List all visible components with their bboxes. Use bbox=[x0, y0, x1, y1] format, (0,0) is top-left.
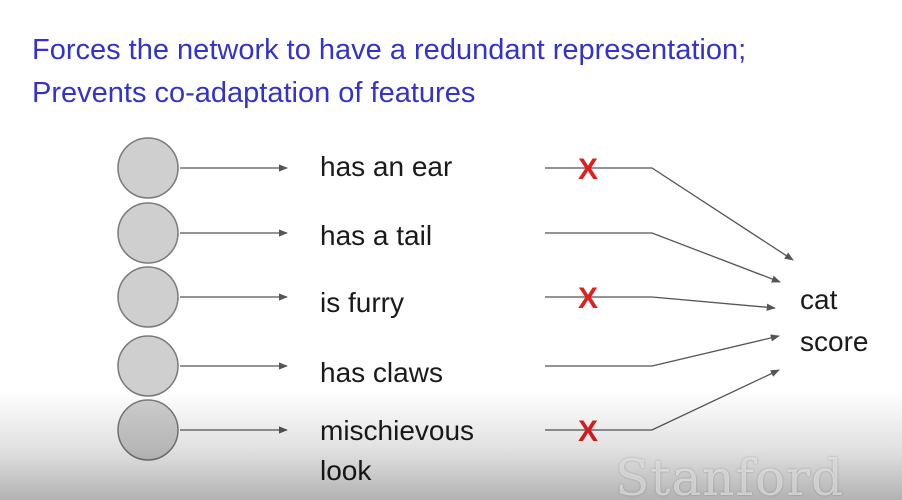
feature-label-has-an-ear: has an ear bbox=[320, 151, 453, 182]
feature-to-output-edge bbox=[545, 232, 781, 283]
input-neuron bbox=[117, 399, 179, 461]
feature-label-has-a-tail: has a tail bbox=[320, 220, 433, 251]
output-label-score: score bbox=[800, 326, 869, 357]
input-neuron bbox=[117, 335, 179, 397]
output-label-cat: cat bbox=[800, 284, 838, 315]
input-neuron bbox=[117, 202, 179, 264]
feature-to-output-edge bbox=[545, 334, 780, 367]
feature-label-has-claws: has claws bbox=[320, 357, 443, 388]
feature-label-mischievous: mischievous bbox=[320, 415, 475, 446]
feature-label-is-furry: is furry bbox=[320, 287, 404, 318]
dropout-x-icon: X bbox=[578, 153, 598, 186]
input-neuron bbox=[117, 266, 179, 328]
dropout-x-icon: X bbox=[578, 415, 598, 448]
input-neuron bbox=[117, 137, 179, 199]
feature-label-look: look bbox=[320, 455, 372, 486]
dropout-x-icon: X bbox=[578, 282, 598, 315]
slide: Forces the network to have a redundant r… bbox=[0, 0, 902, 500]
